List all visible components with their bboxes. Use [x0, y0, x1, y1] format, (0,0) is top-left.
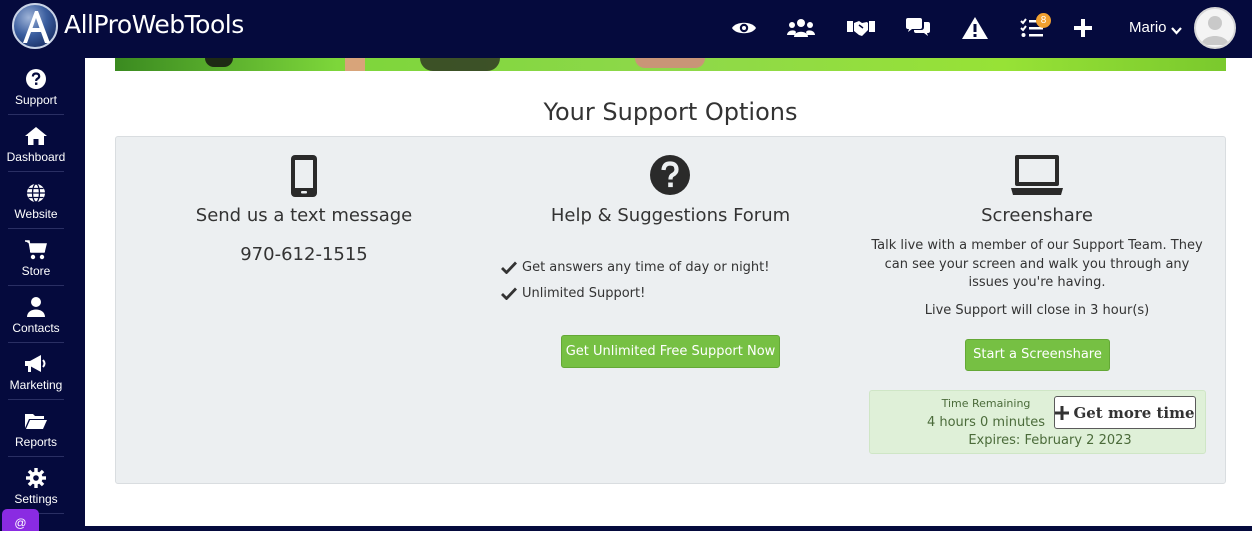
handshake-icon[interactable]: [846, 14, 876, 42]
banner-shape: [205, 58, 233, 67]
chat-icon[interactable]: [903, 14, 933, 42]
forum-check-item: Get answers any time of day or night!: [501, 260, 769, 275]
gear-icon: [26, 467, 46, 489]
mobile-phone-icon: [291, 155, 317, 197]
users-icon[interactable]: [786, 14, 816, 42]
text-message-title: Send us a text message: [195, 205, 413, 226]
sidebar-item-label: Settings: [14, 492, 58, 506]
sidebar-item-website[interactable]: Website: [8, 172, 64, 229]
top-navbar: AllProWebTools 8 Mario: [0, 0, 1252, 58]
forum-check-item: Unlimited Support!: [501, 286, 645, 301]
home-icon: [25, 125, 47, 147]
time-remaining-box: Time Remaining 4 hours 0 minutes Expires…: [869, 390, 1206, 454]
check-icon: [501, 287, 517, 300]
question-circle-icon: [650, 155, 690, 195]
question-circle-icon: [26, 68, 46, 90]
live-support-close-note: Live Support will close in 3 hour(s): [924, 303, 1150, 318]
banner-image: [115, 58, 1226, 71]
banner-shape: [345, 58, 365, 71]
get-unlimited-support-button[interactable]: Get Unlimited Free Support Now: [561, 335, 780, 368]
sidebar-item-settings[interactable]: Settings: [8, 457, 64, 514]
banner-shape: [635, 58, 705, 68]
support-phone-number: 970-612-1515: [240, 244, 368, 265]
screenshare-description: Talk live with a member of our Support T…: [871, 238, 1203, 290]
avatar[interactable]: [1194, 7, 1236, 49]
bottom-border: [85, 526, 1252, 531]
banner-shape: [420, 58, 500, 71]
user-icon: [27, 296, 45, 318]
laptop-icon: [1011, 155, 1063, 195]
get-more-time-label: Get more time: [1073, 403, 1195, 422]
sidebar-item-label: Support: [14, 93, 58, 107]
notification-badge[interactable]: 8: [1036, 13, 1051, 28]
sidebar-item-reports[interactable]: Reports: [8, 400, 64, 457]
folder-icon: [25, 410, 47, 432]
chevron-down-icon[interactable]: [1171, 22, 1182, 40]
sidebar-item-label: Store: [21, 264, 51, 278]
sidebar-item-support[interactable]: Support: [8, 58, 64, 115]
sidebar-item-label: Dashboard: [6, 150, 66, 164]
brand-name[interactable]: AllProWebTools: [64, 10, 244, 39]
plus-icon: [1055, 405, 1070, 420]
page-title: Your Support Options: [543, 98, 798, 126]
sidebar-item-dashboard[interactable]: Dashboard: [6, 115, 66, 172]
sidebar-item-label: Reports: [14, 435, 58, 449]
globe-icon: [26, 182, 46, 204]
cart-icon: [25, 239, 47, 261]
warning-icon[interactable]: [960, 14, 990, 42]
check-icon: [501, 261, 517, 274]
sidebar-item-contacts[interactable]: Contacts: [8, 286, 64, 343]
sidebar-item-marketing[interactable]: Marketing: [8, 343, 64, 400]
sidebar-item-label: Marketing: [9, 378, 63, 392]
plus-icon[interactable]: [1068, 14, 1098, 42]
get-more-time-button[interactable]: Get more time: [1054, 396, 1196, 429]
sidebar-item-label: Contacts: [12, 321, 60, 335]
eye-icon[interactable]: [729, 14, 759, 42]
forum-title: Help & Suggestions Forum: [550, 205, 791, 226]
forum-check-text: Get answers any time of day or night!: [522, 260, 770, 275]
logo-icon[interactable]: [12, 3, 58, 49]
sidebar: Support Dashboard Website Store Contacts…: [0, 58, 85, 531]
user-menu-name[interactable]: Mario: [1129, 19, 1167, 36]
time-remaining-label: Time Remaining: [941, 397, 1031, 410]
expiration-date: Expires: February 2 2023: [968, 433, 1132, 448]
start-screenshare-button[interactable]: Start a Screenshare: [965, 339, 1110, 371]
chat-widget-button[interactable]: @: [2, 509, 39, 531]
screenshare-title: Screenshare: [981, 205, 1093, 226]
sidebar-item-store[interactable]: Store: [8, 229, 64, 286]
megaphone-icon: [24, 353, 48, 375]
sidebar-item-label: Website: [14, 207, 58, 221]
time-remaining-value: 4 hours 0 minutes: [926, 415, 1046, 430]
forum-check-text: Unlimited Support!: [522, 286, 646, 301]
